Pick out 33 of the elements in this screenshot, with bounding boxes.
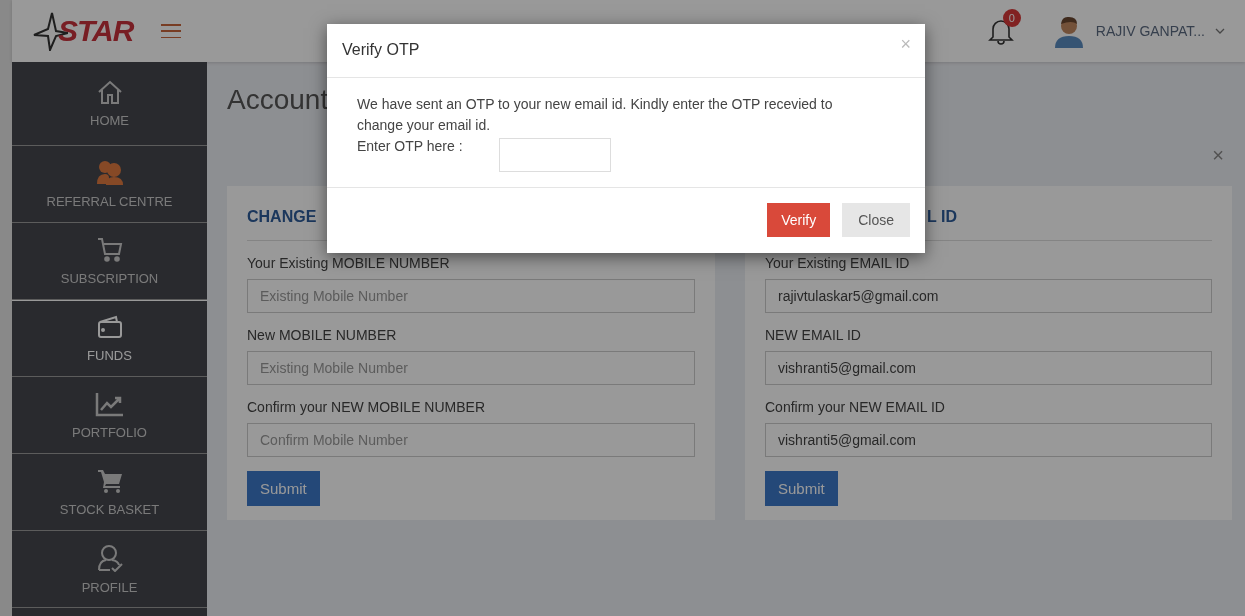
field-label: NEW EMAIL ID bbox=[765, 327, 862, 343]
input-field[interactable]: vishranti5@gmail.com bbox=[765, 351, 1212, 385]
user-icon bbox=[95, 543, 124, 572]
close-button[interactable]: Close bbox=[842, 203, 910, 237]
input-field[interactable]: Existing Mobile Number bbox=[247, 279, 695, 313]
people-icon bbox=[94, 159, 125, 186]
sidebar-item[interactable]: FUNDS bbox=[12, 300, 207, 377]
chevron-down-icon bbox=[1215, 28, 1225, 34]
input-field[interactable]: vishranti5@gmail.com bbox=[765, 423, 1212, 457]
submit-button[interactable]: Submit bbox=[765, 471, 838, 506]
input-field[interactable]: rajivtulaskar5@gmail.com bbox=[765, 279, 1212, 313]
notification-badge: 0 bbox=[1002, 9, 1021, 27]
logo[interactable]: STAR bbox=[32, 9, 134, 53]
field-label: New MOBILE NUMBER bbox=[247, 327, 398, 343]
verify-button[interactable]: Verify bbox=[767, 203, 831, 237]
field-label: Enter OTP here : bbox=[357, 138, 464, 154]
chart-icon bbox=[94, 390, 125, 417]
wallet-icon bbox=[95, 314, 124, 340]
input-field[interactable]: Confirm Mobile Number bbox=[247, 423, 695, 457]
menu-icon[interactable] bbox=[161, 24, 182, 38]
field-label: Confirm your NEW MOBILE NUMBER bbox=[247, 399, 487, 415]
input-field[interactable]: Existing Mobile Number bbox=[247, 351, 695, 385]
otp-field[interactable] bbox=[499, 138, 611, 172]
dialog-title: Verify OTP bbox=[342, 40, 420, 59]
cart-icon bbox=[95, 467, 124, 494]
page-title: Account bbox=[227, 84, 329, 117]
field-label: Confirm your NEW EMAIL ID bbox=[765, 399, 946, 415]
field-label: Your Existing EMAIL ID bbox=[765, 255, 911, 271]
dialog-message: We have sent an OTP to your new email id. Kindly enter the OTP recevied to change your email id. bbox=[357, 95, 834, 135]
submit-button[interactable]: Submit bbox=[247, 471, 320, 506]
user-menu[interactable]: RAJIV GANPAT... bbox=[1051, 14, 1225, 48]
cart-icon bbox=[95, 236, 124, 263]
field-label: Your Existing MOBILE NUMBER bbox=[247, 255, 451, 271]
